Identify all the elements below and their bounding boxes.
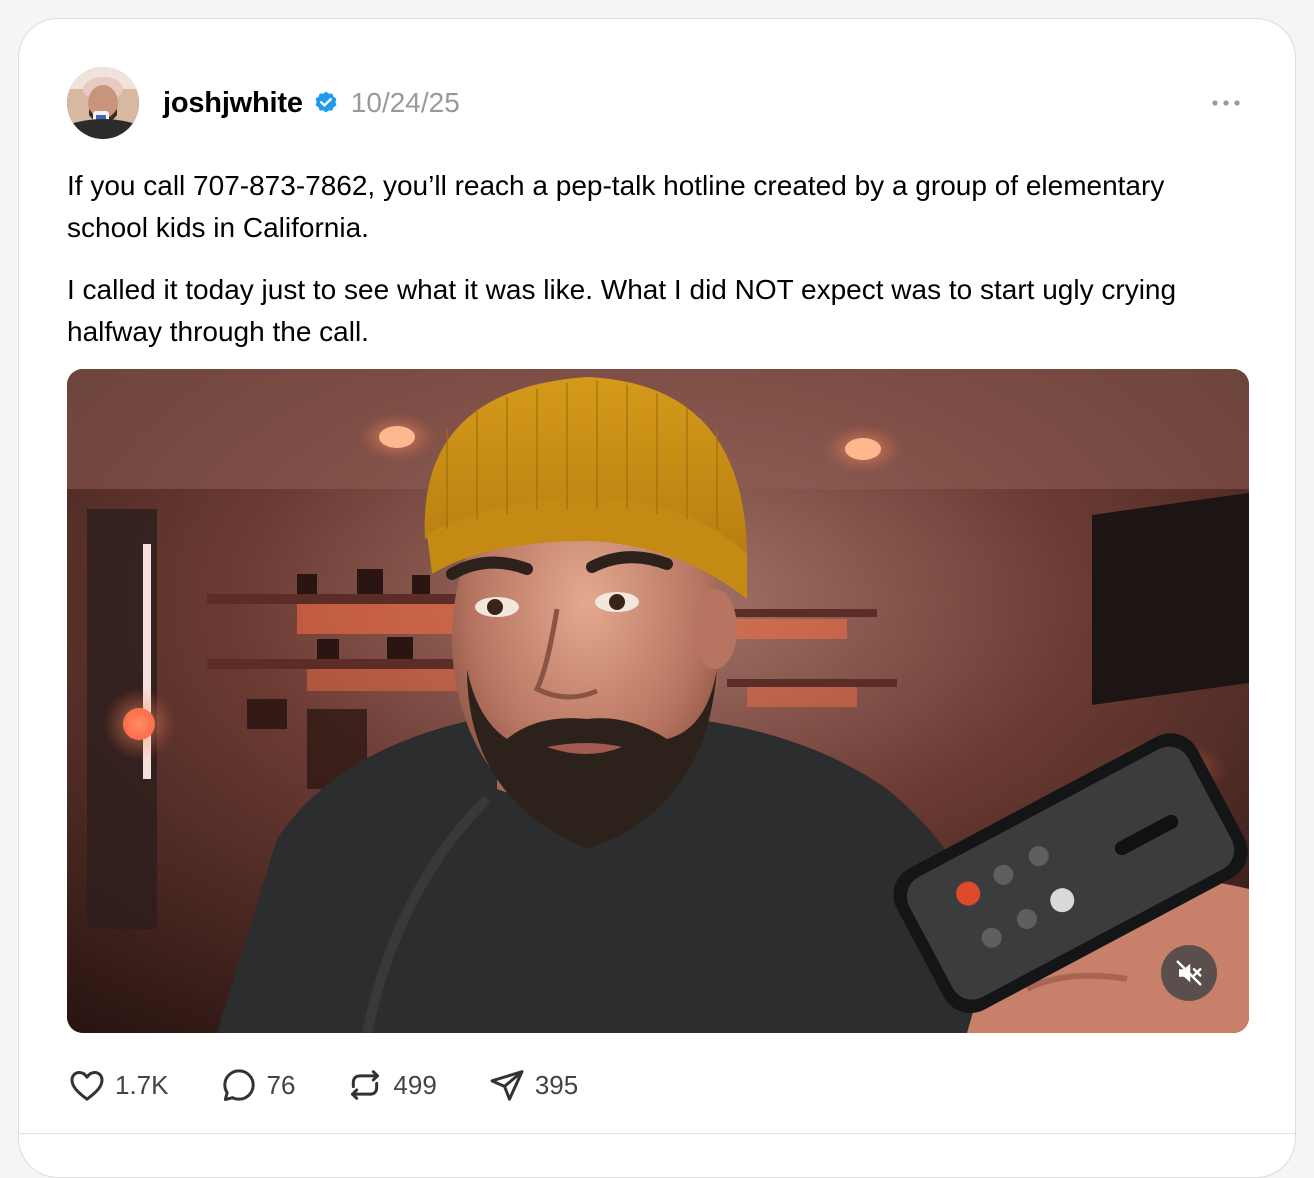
paper-plane-icon (490, 1070, 524, 1101)
post-video[interactable] (67, 369, 1249, 1033)
post-header: joshjwhite 10/24/25 (163, 83, 460, 123)
verified-badge-icon (315, 91, 337, 113)
repost-icon (351, 1070, 380, 1100)
share-count: 395 (534, 1069, 579, 1100)
video-frame (67, 369, 1249, 1033)
post-actions: 1.7K 76 499 395 (67, 1065, 628, 1105)
repost-button[interactable]: 499 (345, 1065, 437, 1105)
like-button[interactable]: 1.7K (67, 1065, 169, 1105)
like-count: 1.7K (115, 1069, 169, 1100)
speech-bubble-icon (222, 1069, 255, 1101)
repost-count: 499 (393, 1069, 437, 1100)
post-card: joshjwhite 10/24/25 If you call 707-873-… (18, 18, 1296, 1178)
reply-button[interactable]: 76 (219, 1065, 296, 1105)
avatar-photo (67, 67, 139, 139)
post-paragraph: If you call 707-873-7862, you’ll reach a… (67, 170, 1165, 243)
post-date[interactable]: 10/24/25 (351, 87, 460, 119)
heart-icon (70, 1071, 104, 1101)
share-button[interactable]: 395 (487, 1065, 578, 1105)
divider (19, 1133, 1295, 1134)
mute-button[interactable] (1161, 945, 1217, 1001)
avatar[interactable] (67, 67, 139, 139)
speaker-muted-icon (1176, 960, 1202, 986)
username[interactable]: joshjwhite (163, 87, 303, 120)
post-paragraph: I called it today just to see what it wa… (67, 274, 1177, 347)
ellipsis-icon[interactable] (1211, 99, 1241, 107)
post-body: If you call 707-873-7862, you’ll reach a… (67, 165, 1247, 373)
reply-count: 76 (266, 1069, 296, 1100)
